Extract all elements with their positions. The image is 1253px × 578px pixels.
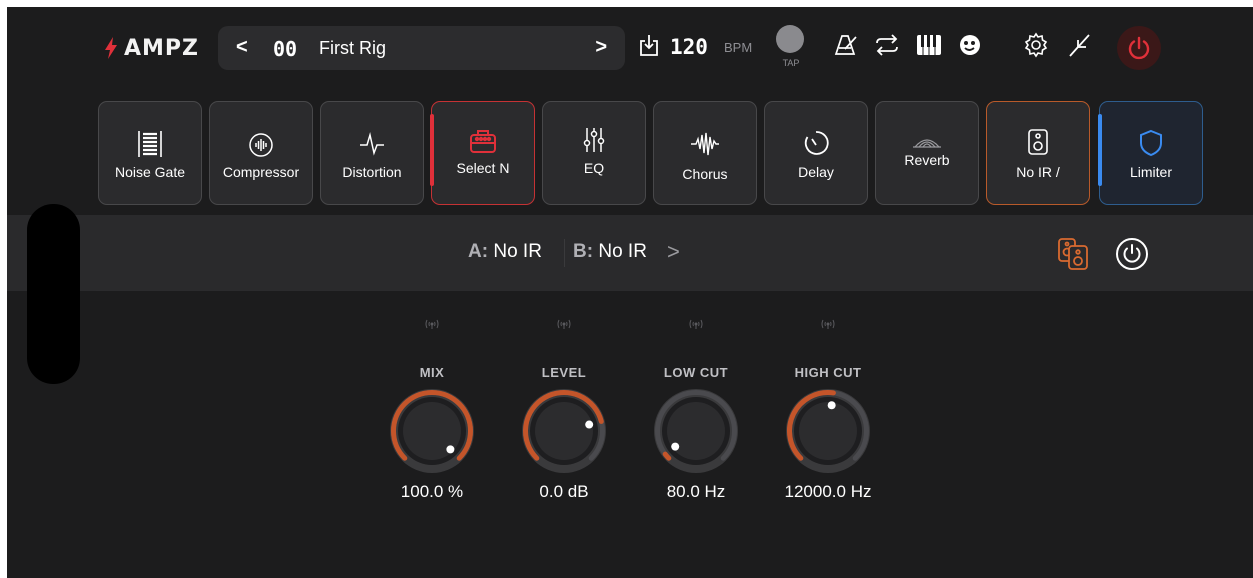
knob-value: 80.0 Hz bbox=[666, 482, 726, 501]
eq-icon bbox=[543, 125, 645, 155]
ir-a-key: A: bbox=[468, 241, 489, 262]
knob-indicator bbox=[585, 420, 594, 429]
knob-value-arc bbox=[662, 451, 672, 461]
fx-label: Compressor bbox=[222, 164, 300, 180]
distortion-icon bbox=[321, 129, 423, 159]
ir-divider bbox=[564, 239, 565, 267]
knob-panel: MIX 100.0 % LEVEL 0.0 dB LOW CUT 80.0 Hz… bbox=[7, 291, 1253, 578]
fx-label: Noise Gate bbox=[114, 164, 186, 180]
noise-gate-icon bbox=[99, 129, 201, 159]
metronome-icon[interactable] bbox=[831, 30, 861, 60]
preset-prev-button[interactable]: < bbox=[236, 36, 248, 59]
knob-face bbox=[535, 402, 593, 460]
knob-dial[interactable] bbox=[388, 387, 476, 475]
fx-amp-selected[interactable]: Select N bbox=[430, 101, 535, 205]
compressor-icon bbox=[210, 130, 312, 160]
preset-next-button[interactable]: > bbox=[595, 36, 607, 59]
shield-icon bbox=[1100, 128, 1202, 158]
chorus-icon bbox=[654, 129, 756, 159]
ir-speakers-icon[interactable] bbox=[1057, 237, 1089, 271]
power-icon bbox=[1116, 238, 1148, 270]
power-button[interactable] bbox=[1117, 26, 1161, 70]
ir-b-value: No IR bbox=[598, 241, 647, 262]
preset-name: First Rig bbox=[319, 38, 386, 58]
ir-power-button[interactable] bbox=[1115, 237, 1149, 271]
knob-value: 0.0 dB bbox=[539, 482, 589, 501]
knob-face bbox=[667, 402, 725, 460]
side-drag-handle[interactable] bbox=[27, 204, 80, 384]
app-logo: AMPZ bbox=[104, 33, 199, 63]
knob-label: LEVEL bbox=[541, 365, 587, 380]
preset-number: 00 bbox=[273, 37, 298, 61]
speaker-icon bbox=[987, 127, 1089, 157]
knob-label: LOW CUT bbox=[663, 365, 729, 380]
preset-selector[interactable]: < 00 First Rig > bbox=[218, 26, 625, 70]
fx-noise-gate[interactable]: Noise Gate bbox=[98, 101, 202, 205]
knob-label: HIGH CUT bbox=[794, 365, 862, 380]
knob-face bbox=[799, 402, 857, 460]
logo-text: AMPZ bbox=[124, 35, 199, 61]
tap-dot bbox=[776, 25, 804, 53]
fx-limiter[interactable]: Limiter bbox=[1098, 101, 1203, 205]
fx-chorus[interactable]: Chorus bbox=[653, 101, 757, 205]
fx-label: Delay bbox=[798, 164, 834, 180]
bpm-value[interactable]: 120 bbox=[670, 35, 708, 59]
fx-label: Select N bbox=[456, 160, 510, 176]
midi-learn-icon[interactable] bbox=[641, 319, 751, 333]
midi-learn-icon[interactable] bbox=[377, 319, 487, 333]
amp-icon bbox=[432, 127, 534, 157]
top-bar: AMPZ < 00 First Rig > 120 BPM TAP bbox=[7, 7, 1253, 87]
fx-label: Chorus bbox=[682, 166, 728, 182]
loop-icon[interactable] bbox=[872, 30, 902, 60]
fx-distortion[interactable]: Distortion bbox=[320, 101, 424, 205]
fx-label: No IR / bbox=[1016, 164, 1060, 180]
fx-compressor[interactable]: Compressor bbox=[209, 101, 313, 205]
delay-icon bbox=[765, 128, 867, 158]
bolt-icon bbox=[105, 37, 117, 59]
fx-label: Distortion bbox=[342, 164, 402, 180]
settings-gear-icon[interactable] bbox=[1021, 30, 1051, 60]
fx-label: Limiter bbox=[1129, 164, 1172, 180]
tuner-fork-icon[interactable] bbox=[1065, 30, 1095, 60]
knob-dial[interactable] bbox=[652, 387, 740, 475]
fx-eq[interactable]: EQ bbox=[542, 101, 646, 205]
ir-b-key: B: bbox=[573, 241, 594, 262]
midi-learn-icon[interactable] bbox=[773, 319, 883, 333]
tap-tempo-button[interactable]: TAP bbox=[774, 25, 804, 73]
midi-learn-icon[interactable] bbox=[509, 319, 619, 333]
ir-slot-a[interactable]: A: No IR bbox=[468, 241, 542, 263]
fx-reverb[interactable]: Reverb bbox=[875, 101, 979, 205]
effect-chain: Noise Gate Compressor Distortion Select … bbox=[7, 88, 1253, 215]
knob-indicator bbox=[671, 442, 680, 451]
fx-label: Reverb bbox=[904, 152, 950, 168]
ir-slot-b[interactable]: B: No IR bbox=[573, 241, 647, 263]
knob-value: 100.0 % bbox=[400, 482, 464, 501]
import-icon[interactable] bbox=[634, 30, 664, 60]
tap-label: TAP bbox=[782, 58, 800, 68]
knob-indicator bbox=[446, 445, 455, 454]
knob-dial[interactable] bbox=[520, 387, 608, 475]
knob-label: MIX bbox=[419, 365, 445, 380]
knob-value: 12000.0 Hz bbox=[784, 482, 872, 501]
theater-masks-icon[interactable] bbox=[955, 30, 985, 60]
fx-delay[interactable]: Delay bbox=[764, 101, 868, 205]
ir-a-value: No IR bbox=[493, 241, 542, 262]
ir-chevron-right-icon[interactable]: > bbox=[667, 239, 680, 265]
bpm-unit: BPM bbox=[724, 40, 753, 55]
fx-label: EQ bbox=[583, 160, 605, 176]
piano-icon[interactable] bbox=[914, 30, 944, 60]
ir-selector-bar: A: No IR B: No IR > bbox=[7, 215, 1253, 291]
knob-indicator bbox=[827, 401, 836, 410]
fx-ir-loader[interactable]: No IR / bbox=[986, 101, 1090, 205]
power-icon bbox=[1128, 36, 1150, 60]
knob-dial[interactable] bbox=[784, 387, 872, 475]
app-window: AMPZ < 00 First Rig > 120 BPM TAP Noise … bbox=[7, 7, 1253, 578]
